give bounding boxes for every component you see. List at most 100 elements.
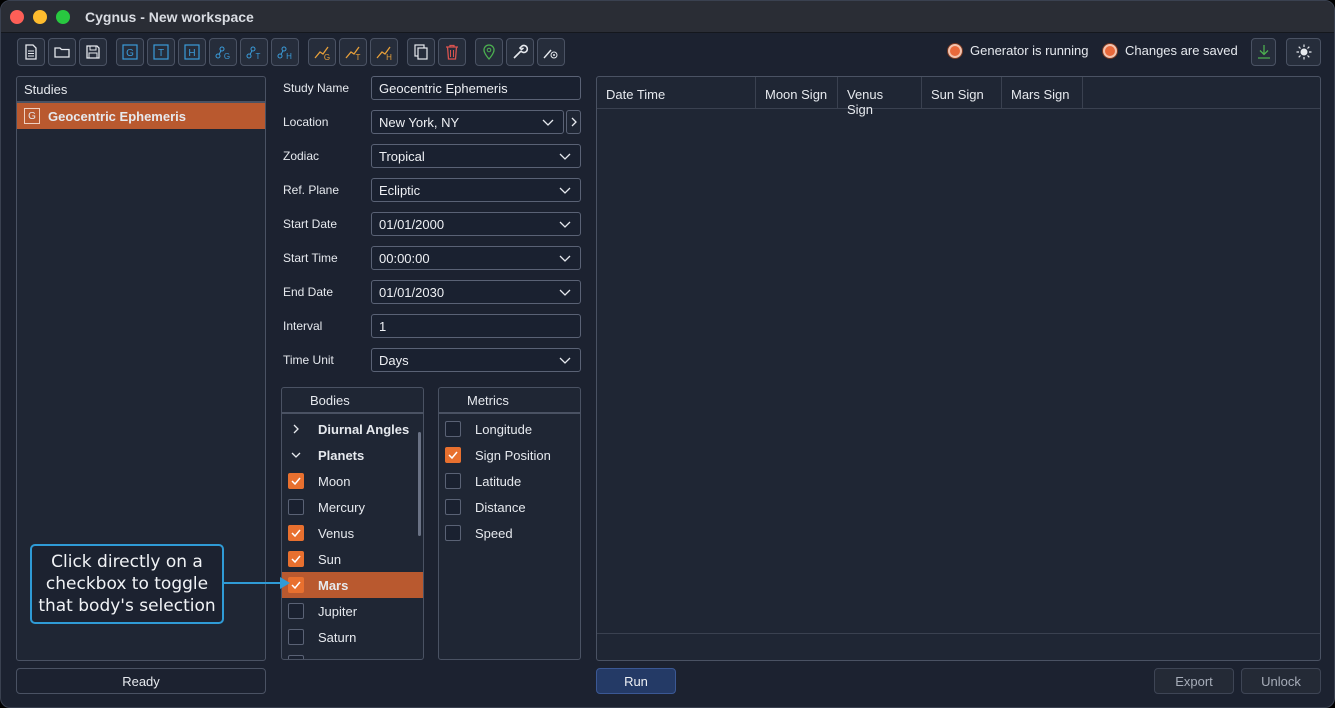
body-item-saturn[interactable]: Saturn [282,624,423,650]
h-graph-icon: H [277,46,292,61]
body-label: Mercury [318,499,365,515]
minimize-window-button[interactable] [33,10,47,24]
t-graph-button[interactable]: T [240,38,268,66]
bodies-list: Bodies Diurnal Angles Planets Moon Mercu… [281,387,424,660]
save-button[interactable] [79,38,107,66]
body-item-mars[interactable]: Mars [282,572,423,598]
jupiter-checkbox[interactable] [288,603,304,619]
distance-checkbox[interactable] [445,499,461,515]
t-graph-icon: T [246,46,261,61]
close-window-button[interactable] [10,10,24,24]
results-table: Date Time Moon Sign Venus Sign Sun Sign … [596,76,1321,661]
generator-status: Generator is running [948,43,1089,58]
new-t-study-button[interactable]: T [147,38,175,66]
g-chart-icon: G [314,46,330,61]
mars-checkbox[interactable] [288,577,304,593]
group-planets[interactable]: Planets [282,442,423,468]
run-button[interactable]: Run [596,668,676,694]
time-unit-select[interactable]: Days [371,348,581,372]
zoom-window-button[interactable] [56,10,70,24]
g-study-badge-icon: G [24,108,40,124]
wrench-icon [513,44,529,59]
column-header-date-time[interactable]: Date Time [597,77,756,109]
ref-plane-value: Ecliptic [379,183,421,198]
chevron-down-icon [559,221,571,228]
chevron-down-icon [542,119,554,126]
latitude-checkbox[interactable] [445,473,461,489]
h-chart-button[interactable]: H [370,38,398,66]
partial-checkbox[interactable] [288,655,304,659]
new-file-button[interactable] [17,38,45,66]
column-header-sun-sign[interactable]: Sun Sign [922,77,1002,109]
moon-checkbox[interactable] [288,473,304,489]
study-item[interactable]: G Geocentric Ephemeris [17,103,265,129]
g-graph-button[interactable]: G [209,38,237,66]
save-status: Changes are saved [1103,43,1238,58]
unlock-button[interactable]: Unlock [1241,668,1321,694]
h-graph-button[interactable]: H [271,38,299,66]
venus-checkbox[interactable] [288,525,304,541]
metrics-header: Metrics [439,388,580,414]
body-item-sun[interactable]: Sun [282,546,423,572]
body-item-moon[interactable]: Moon [282,468,423,494]
body-item-mercury[interactable]: Mercury [282,494,423,520]
body-item-venus[interactable]: Venus [282,520,423,546]
download-button[interactable] [1251,38,1276,66]
table-header: Date Time Moon Sign Venus Sign Sun Sign … [597,77,1320,117]
saturn-checkbox[interactable] [288,629,304,645]
svg-text:T: T [356,53,361,61]
start-time-picker[interactable]: 00:00:00 [371,246,581,270]
time-unit-label: Time Unit [283,353,334,367]
body-item-jupiter[interactable]: Jupiter [282,598,423,624]
location-select[interactable]: New York, NY [371,110,564,134]
study-name-input[interactable]: Geocentric Ephemeris [371,76,581,100]
metric-label: Latitude [475,473,522,489]
body-item-partial[interactable] [282,650,423,659]
column-header-mars-sign[interactable]: Mars Sign [1002,77,1083,109]
speed-checkbox[interactable] [445,525,461,541]
checkmark-icon [291,529,301,538]
zodiac-select[interactable]: Tropical [371,144,581,168]
chevron-down-icon [559,187,571,194]
t-chart-button[interactable]: T [339,38,367,66]
ref-plane-select[interactable]: Ecliptic [371,178,581,202]
g-chart-button[interactable]: G [308,38,336,66]
metric-item-sign-position[interactable]: Sign Position [439,442,580,468]
generator-status-label: Generator is running [970,43,1089,58]
ref-plane-label: Ref. Plane [283,183,340,197]
status-ready: Ready [16,668,266,694]
body-label: Venus [318,525,355,541]
new-h-study-button[interactable]: H [178,38,206,66]
end-date-picker[interactable]: 01/01/2030 [371,280,581,304]
theme-toggle-button[interactable] [1286,38,1321,66]
zodiac-label: Zodiac [283,149,320,163]
interval-label: Interval [283,319,323,333]
mercury-checkbox[interactable] [288,499,304,515]
open-button[interactable] [48,38,76,66]
interval-input[interactable]: 1 [371,314,581,338]
new-g-study-button[interactable]: G [116,38,144,66]
column-header-venus-sign[interactable]: Venus Sign [838,77,922,117]
graph-settings-button[interactable] [537,38,565,66]
metric-item-latitude[interactable]: Latitude [439,468,580,494]
column-header-moon-sign[interactable]: Moon Sign [756,77,838,109]
metric-label: Speed [475,525,513,541]
copy-button[interactable] [407,38,435,66]
delete-button[interactable] [438,38,466,66]
export-button[interactable]: Export [1154,668,1234,694]
group-diurnal-angles[interactable]: Diurnal Angles [282,416,423,442]
longitude-checkbox[interactable] [445,421,461,437]
metric-label: Longitude [475,421,533,437]
metrics-list: Metrics Longitude Sign Position Latitude… [438,387,581,660]
metric-item-longitude[interactable]: Longitude [439,416,580,442]
zodiac-value: Tropical [379,149,425,164]
preferences-button[interactable] [506,38,534,66]
metric-item-speed[interactable]: Speed [439,520,580,546]
location-details-button[interactable] [566,110,581,134]
bodies-scrollbar[interactable] [418,432,421,536]
metric-item-distance[interactable]: Distance [439,494,580,520]
start-date-picker[interactable]: 01/01/2000 [371,212,581,236]
location-button[interactable] [475,38,503,66]
sun-checkbox[interactable] [288,551,304,567]
sign-position-checkbox[interactable] [445,447,461,463]
